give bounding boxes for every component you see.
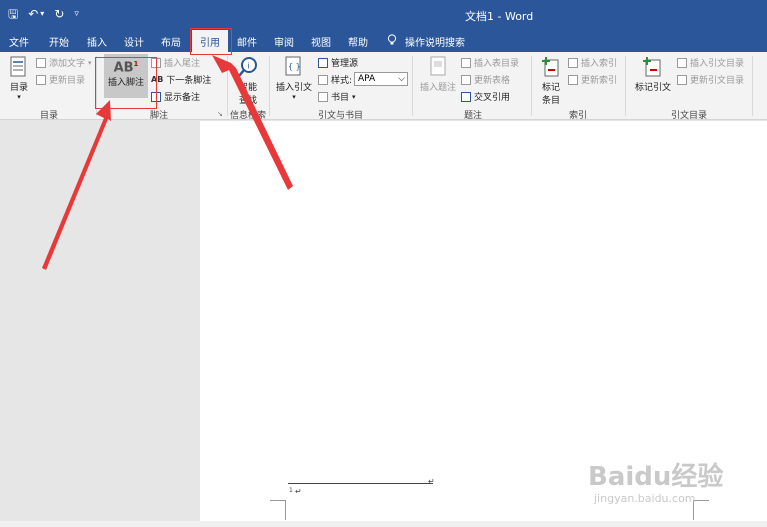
arrow-to-insert-footnote — [42, 100, 111, 270]
arrow-to-references-tab — [212, 55, 293, 190]
annotation-arrows — [42, 55, 293, 270]
word-window: 🖫 ↶ ▾ ↻ ▿ 文档1 - Word 文件 开始 插入 设计 布局 引用 邮… — [0, 0, 767, 527]
